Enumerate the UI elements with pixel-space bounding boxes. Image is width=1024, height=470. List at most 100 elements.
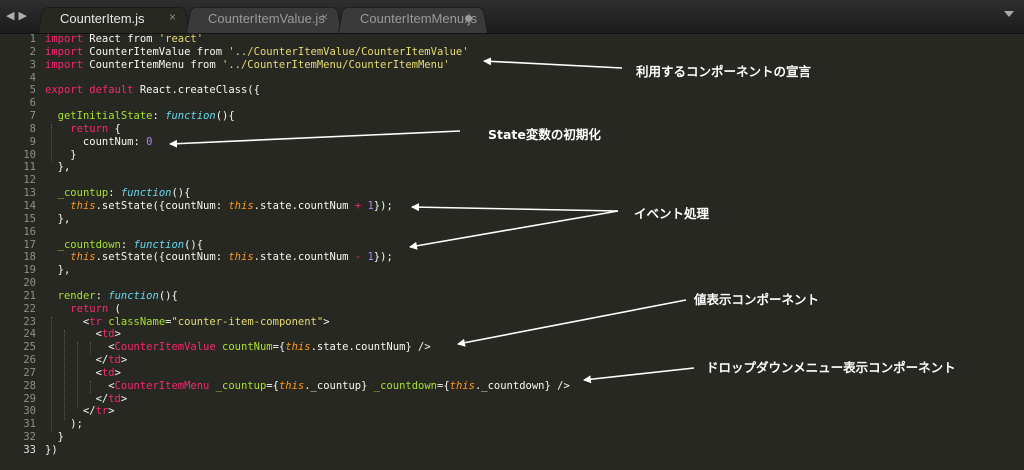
code-token: }, (45, 212, 71, 225)
code-token: countNum (222, 341, 273, 354)
indent-guide (77, 342, 79, 408)
code-token: import (45, 33, 83, 45)
code-line[interactable]: ); (45, 418, 570, 431)
indent-guide (64, 330, 66, 420)
code-token: > (120, 354, 128, 367)
code-line[interactable]: return ( (45, 303, 570, 316)
code-token: } (45, 431, 64, 444)
code-token: .setState({countNum: (95, 199, 229, 212)
code-token: > (323, 315, 330, 328)
line-number: 3 (29, 58, 36, 71)
code-line[interactable]: import CounterItemValue from '../Counter… (45, 46, 570, 59)
code-line[interactable]: this.setState({countNum: this.state.coun… (45, 200, 570, 213)
code-token: }); (373, 251, 393, 264)
code-token: function (133, 238, 185, 251)
code-line[interactable]: </td> (45, 354, 570, 367)
code-token: }) (45, 444, 58, 456)
code-line[interactable]: this.setState({countNum: this.state.coun… (45, 251, 570, 264)
code-token: .state.countNum} /> (310, 341, 431, 354)
code-line[interactable]: }, (45, 161, 570, 174)
code-token: _countup (57, 187, 109, 200)
code-line[interactable] (45, 174, 570, 187)
line-number: 5 (29, 84, 36, 97)
code-token: ( (108, 302, 121, 315)
code-token: className (108, 315, 166, 328)
code-line[interactable]: _countup: function(){ (45, 187, 570, 200)
line-number: 10 (23, 148, 36, 161)
code-token: this (70, 199, 96, 212)
code-line[interactable]: <tr className="counter-item-component"> (45, 316, 570, 329)
tab-label: CounterItemValue.js (208, 11, 325, 26)
tab-counteritemmenu[interactable]: CounterItemMenu.js (338, 5, 488, 34)
code-token: > (120, 392, 128, 405)
code-line[interactable]: _countdown: function(){ (45, 239, 570, 252)
code-line[interactable]: <td> (45, 328, 570, 341)
code-line[interactable]: }, (45, 264, 570, 277)
code-token: ={ (437, 379, 450, 392)
tab-nav-arrows[interactable]: ◀▶ (6, 9, 31, 22)
code-token: .state.countNum (253, 199, 355, 212)
code-line[interactable] (45, 72, 570, 85)
code-token: ._countdown} /> (474, 379, 570, 392)
code-token: '../CounterItemMenu/CounterItemMenu' (222, 58, 450, 71)
annotation-label-state-init: State変数の初期化 (488, 127, 601, 142)
annotation-label-events: イベント処理 (634, 206, 710, 221)
code-token: _countdown (373, 379, 437, 392)
code-line[interactable]: <CounterItemMenu _countup={this._countup… (45, 380, 570, 393)
code-token: (){ (171, 187, 191, 200)
tab-counteritemvalue[interactable]: CounterItemValue.js × (186, 5, 342, 34)
code-token: React from (82, 33, 159, 45)
line-number: 1 (29, 33, 36, 45)
tab-counteritem[interactable]: CounterItem.js × (38, 5, 190, 34)
code-line[interactable] (45, 97, 570, 110)
code-line[interactable]: render: function(){ (45, 290, 570, 303)
code-line[interactable]: }, (45, 213, 570, 226)
code-line[interactable]: import React from 'react' (45, 33, 570, 46)
code-line[interactable]: <CounterItemValue countNum={this.state.c… (45, 341, 570, 354)
code-token: } (45, 148, 77, 161)
code-line[interactable]: export default React.createClass({ (45, 84, 570, 97)
code-token: }); (373, 199, 393, 212)
code-token: 0 (146, 135, 153, 148)
line-number: 26 (23, 354, 36, 367)
code-token: this (449, 379, 475, 392)
code-line[interactable] (45, 226, 570, 239)
close-icon[interactable]: × (321, 10, 328, 24)
code-token: React.createClass({ (133, 84, 260, 97)
chevron-down-icon[interactable] (1004, 11, 1014, 17)
code-token: : (108, 187, 121, 200)
code-token: '../CounterItemValue/CounterItemValue' (228, 45, 469, 58)
code-line[interactable]: } (45, 431, 570, 444)
forward-arrow-icon[interactable]: ▶ (18, 9, 30, 22)
code-editor[interactable]: import React from 'react' import CounterI… (45, 33, 570, 457)
line-number: 31 (23, 418, 36, 431)
code-token: : (152, 110, 166, 123)
code-token: export default (45, 84, 134, 97)
line-number: 8 (29, 122, 36, 135)
code-token: this (228, 251, 254, 264)
line-number: 30 (23, 405, 36, 418)
code-line[interactable]: } (45, 149, 570, 162)
line-number: 14 (23, 199, 36, 212)
close-icon[interactable]: × (169, 10, 176, 24)
code-line[interactable] (45, 277, 570, 290)
line-number: 27 (23, 366, 36, 379)
back-arrow-icon[interactable]: ◀ (6, 9, 18, 22)
code-token: > (108, 405, 115, 418)
line-number: 32 (23, 431, 36, 444)
code-token: (){ (215, 110, 235, 123)
code-token: < (45, 379, 115, 392)
code-line[interactable]: getInitialState: function(){ (45, 110, 570, 123)
tab-label: CounterItem.js (60, 11, 145, 26)
line-number: 4 (29, 71, 36, 84)
code-line[interactable]: </tr> (45, 405, 570, 418)
code-line[interactable]: <td> (45, 367, 570, 380)
annotation-arrow (583, 367, 695, 384)
unsaved-dot-icon[interactable] (465, 15, 472, 22)
code-line[interactable]: }) (45, 444, 570, 457)
code-line[interactable]: import CounterItemMenu from '../CounterI… (45, 59, 570, 72)
code-line[interactable]: </td> (45, 393, 570, 406)
